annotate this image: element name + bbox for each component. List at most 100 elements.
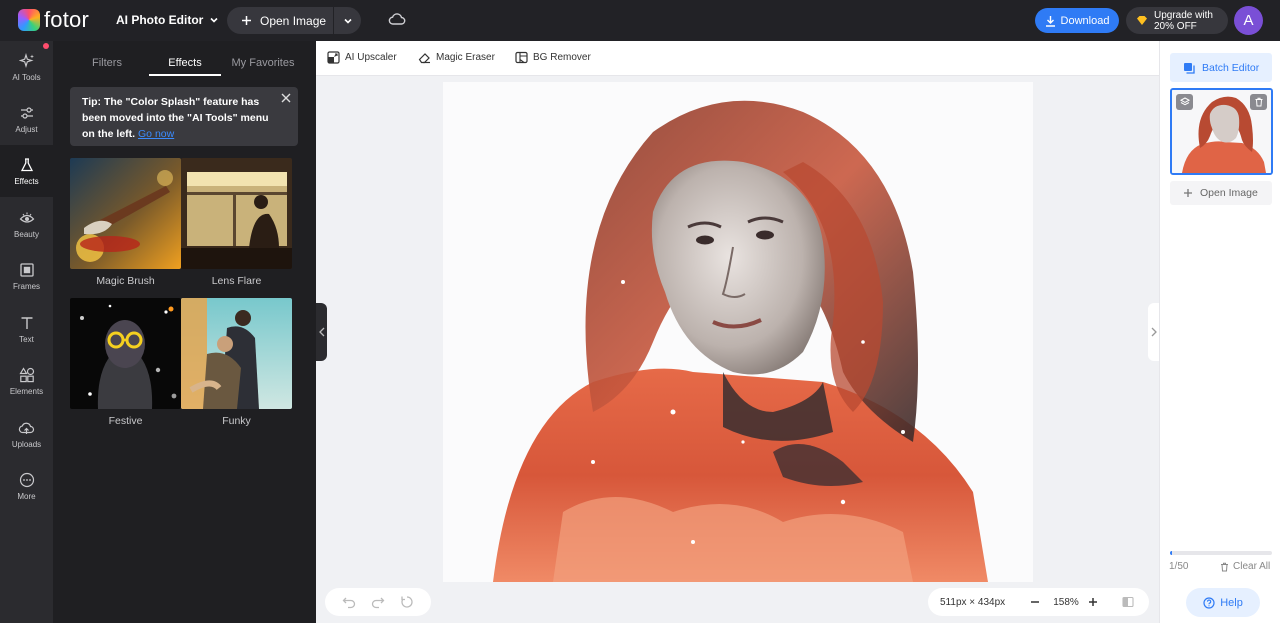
sliders-icon (20, 106, 33, 119)
upgrade-button[interactable]: Upgrade with 20% OFF (1126, 7, 1228, 34)
tab-my-favorites[interactable]: My Favorites (225, 51, 301, 76)
bg-remover-icon (515, 51, 528, 64)
trash-icon[interactable] (1250, 94, 1267, 110)
effect-tile-funky[interactable] (181, 298, 292, 409)
eye-icon (19, 212, 34, 223)
batch-editor-button[interactable]: Batch Editor (1170, 53, 1272, 82)
open-image-label: Open Image (260, 13, 327, 28)
tip-text: Tip: The "Color Splash" feature has been… (82, 96, 269, 140)
rail-label: More (17, 491, 36, 501)
left-rail: AI Tools Adjust Effects Beauty Frames Te… (0, 41, 53, 623)
clear-all-button[interactable]: Clear All (1220, 561, 1270, 572)
sparkle-icon (18, 52, 34, 68)
chevron-down-icon (343, 18, 352, 24)
rail-item-adjust[interactable]: Adjust (0, 93, 53, 145)
reset-icon[interactable] (400, 595, 414, 609)
help-label: Help (1220, 596, 1243, 609)
rail-item-effects[interactable]: Effects (0, 145, 53, 197)
photo-canvas[interactable] (443, 82, 1033, 582)
zoom-in-icon[interactable] (1088, 597, 1098, 607)
notification-dot (43, 43, 49, 49)
download-button[interactable]: Download (1035, 8, 1119, 33)
cloud-upload-icon (18, 422, 35, 434)
layers-icon[interactable] (1176, 94, 1193, 110)
rail-item-text[interactable]: Text (0, 303, 53, 355)
bg-remover-button[interactable]: BG Remover (515, 51, 591, 64)
open-image-dropdown[interactable] (334, 16, 361, 26)
rail-label: Adjust (15, 124, 38, 134)
fotor-logo-mark (18, 9, 40, 31)
tip-banner: Tip: The "Color Splash" feature has been… (70, 87, 298, 146)
rail-item-elements[interactable]: Elements (0, 355, 53, 407)
effects-panel: Filters Effects My Favorites Tip: The "C… (53, 41, 316, 623)
panel-tabs: Filters Effects My Favorites (53, 51, 316, 77)
chevron-right-icon (1151, 327, 1157, 337)
more-icon (19, 472, 34, 487)
shapes-icon (18, 366, 34, 382)
open-image-secondary-button[interactable]: Open Image (1170, 181, 1272, 205)
chevron-left-icon (318, 327, 324, 337)
tab-filters[interactable]: Filters (71, 51, 143, 76)
rail-label: Text (19, 334, 34, 344)
undo-icon[interactable] (342, 595, 356, 609)
magic-eraser-button[interactable]: Magic Eraser (418, 51, 495, 64)
upload-progress-fill (1170, 551, 1173, 555)
upgrade-line2: 20% OFF (1154, 20, 1197, 32)
diamond-icon (1137, 16, 1147, 25)
image-count: 1/50 (1169, 561, 1189, 572)
effect-label-lens-flare: Lens Flare (211, 275, 262, 287)
help-icon (1203, 596, 1215, 609)
festive-thumbnail (70, 298, 181, 409)
canvas-area: AI Upscaler Magic Eraser BG Remover 511p… (316, 41, 1159, 623)
rail-item-beauty[interactable]: Beauty (0, 198, 53, 250)
rail-item-frames[interactable]: Frames (0, 250, 53, 302)
effect-tile-magic-brush[interactable] (70, 158, 181, 269)
ai-upscaler-button[interactable]: AI Upscaler (327, 51, 397, 64)
top-bar: fotor AI Photo Editor Open Image Downloa… (0, 0, 1280, 41)
go-now-link[interactable]: Go now (138, 128, 174, 140)
chevron-down-icon (210, 17, 218, 23)
batch-editor-label: Batch Editor (1202, 61, 1260, 74)
image-thumbnail[interactable] (1170, 88, 1273, 175)
effect-label-funky: Funky (222, 415, 251, 427)
collapse-right-panel[interactable] (1148, 303, 1159, 361)
right-panel: Batch Editor Open Image 1/50 Clear All H… (1159, 41, 1280, 623)
text-icon (21, 316, 32, 329)
tab-effects[interactable]: Effects (149, 51, 221, 76)
rail-label: Uploads (11, 439, 42, 449)
download-label: Download (1060, 14, 1110, 27)
compare-icon[interactable] (1122, 596, 1134, 608)
avatar[interactable]: A (1234, 6, 1263, 35)
frame-icon (19, 262, 34, 277)
top-toolbar: AI Upscaler Magic Eraser BG Remover (316, 41, 1159, 76)
cloud-icon[interactable] (388, 11, 406, 30)
editor-mode-dropdown[interactable]: AI Photo Editor (116, 13, 219, 27)
fotor-logo[interactable]: fotor (18, 9, 89, 31)
funky-thumbnail (181, 298, 292, 409)
upgrade-line1: Upgrade with (1154, 9, 1213, 21)
open-image-secondary-label: Open Image (1200, 187, 1258, 199)
flask-icon (20, 157, 33, 171)
collapse-left-panel[interactable] (316, 303, 327, 361)
plus-icon (1184, 189, 1192, 197)
zoom-controls: 511px × 434px 158% (928, 588, 1149, 616)
close-icon[interactable] (280, 92, 292, 104)
bg-remover-label: BG Remover (533, 52, 591, 63)
history-controls (325, 588, 431, 616)
upload-progress-bar (1170, 551, 1272, 555)
upscale-icon (327, 51, 340, 64)
open-image-button[interactable]: Open Image (227, 7, 333, 34)
brand-name: fotor (44, 7, 90, 32)
rail-item-more[interactable]: More (0, 460, 53, 512)
batch-icon (1184, 62, 1195, 74)
redo-icon[interactable] (371, 595, 385, 609)
rail-label: Effects (14, 176, 39, 186)
help-button[interactable]: Help (1186, 588, 1260, 617)
zoom-out-icon[interactable] (1030, 597, 1040, 607)
effect-tile-festive[interactable] (70, 298, 181, 409)
rail-item-ai-tools[interactable]: AI Tools (0, 41, 53, 93)
image-dimensions: 511px × 434px (940, 596, 1006, 608)
zoom-level[interactable]: 158% (1052, 597, 1080, 608)
rail-item-uploads[interactable]: Uploads (0, 408, 53, 460)
effect-tile-lens-flare[interactable] (181, 158, 292, 269)
